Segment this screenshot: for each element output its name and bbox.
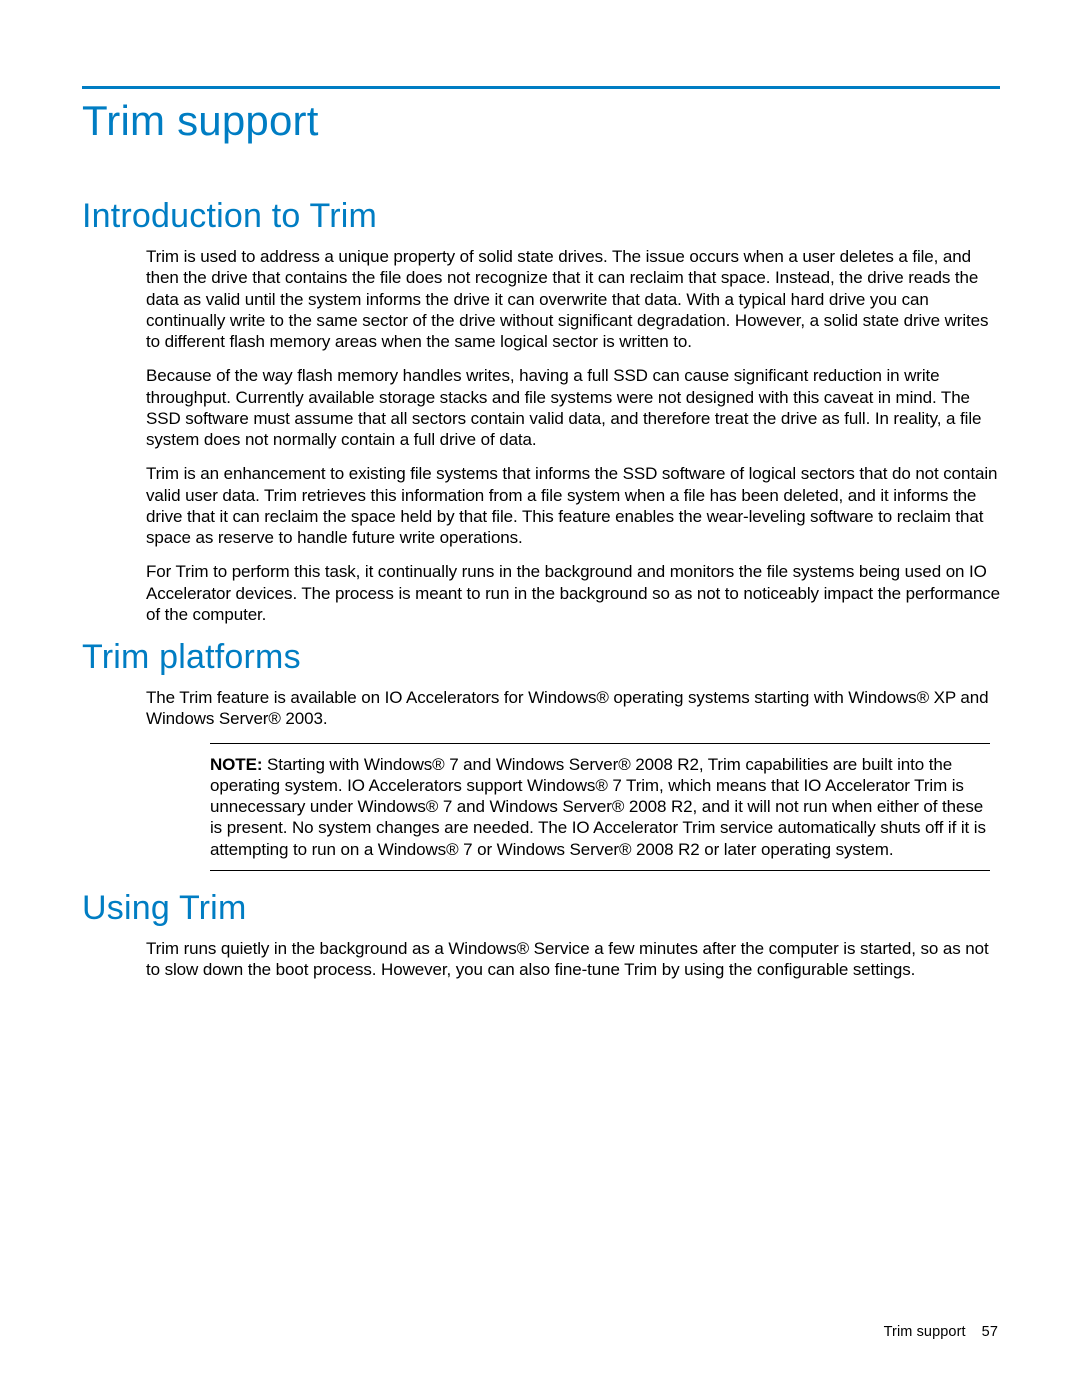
platforms-body: The Trim feature is available on IO Acce… (146, 687, 1000, 730)
paragraph: The Trim feature is available on IO Acce… (146, 687, 1000, 730)
paragraph: Trim runs quietly in the background as a… (146, 938, 1000, 981)
note-text: NOTE: Starting with Windows® 7 and Windo… (210, 754, 990, 860)
note-label: NOTE: (210, 755, 262, 774)
paragraph: For Trim to perform this task, it contin… (146, 561, 1000, 625)
paragraph: Because of the way flash memory handles … (146, 365, 1000, 450)
page-footer: Trim support 57 (884, 1324, 998, 1340)
top-rule (82, 86, 1000, 89)
page: Trim support Introduction to Trim Trim i… (0, 0, 1080, 1397)
using-body: Trim runs quietly in the background as a… (146, 938, 1000, 981)
note-block: NOTE: Starting with Windows® 7 and Windo… (210, 743, 990, 871)
note-body: Starting with Windows® 7 and Windows Ser… (210, 755, 986, 859)
page-number: 57 (982, 1324, 998, 1340)
paragraph: Trim is used to address a unique propert… (146, 246, 1000, 352)
paragraph: Trim is an enhancement to existing file … (146, 463, 1000, 548)
intro-body: Trim is used to address a unique propert… (146, 246, 1000, 625)
section-heading-using: Using Trim (82, 889, 1000, 928)
footer-text: Trim support (884, 1324, 966, 1340)
section-heading-intro: Introduction to Trim (82, 197, 1000, 236)
chapter-title: Trim support (82, 97, 1000, 145)
section-heading-platforms: Trim platforms (82, 638, 1000, 677)
